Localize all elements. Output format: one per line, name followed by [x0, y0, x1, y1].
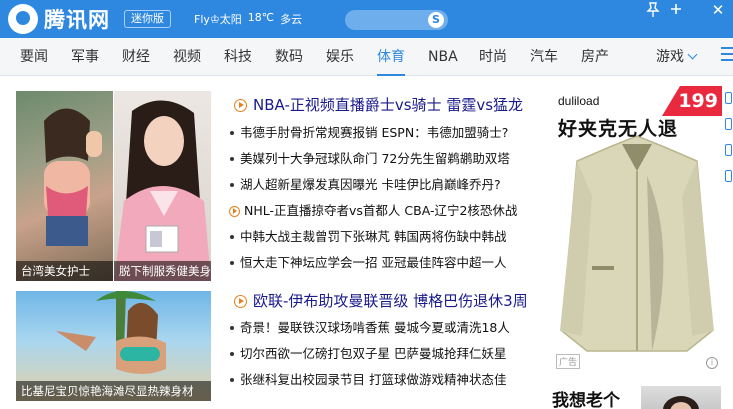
phone-icon[interactable]: [725, 92, 732, 104]
weather-widget[interactable]: Fly♔太阳 18℃ 多云: [194, 11, 302, 27]
brand-name: 腾讯网: [44, 8, 110, 32]
ad-slogan: 好夹克无人退: [558, 118, 679, 140]
news-item[interactable]: 美媒列十大争冠球队命门 72分先生留鹈鹕助双塔: [230, 149, 545, 169]
news-item[interactable]: 韦德手肘骨折常规赛报销 ESPN：韦德加盟骑士?: [230, 123, 545, 143]
nav-item-digital[interactable]: 数码: [275, 38, 303, 76]
qq-logo-icon: [8, 4, 38, 34]
news-item[interactable]: 奇景！曼联铁汉球场啃香蕉 曼城今夏或清洗18人: [230, 318, 545, 338]
weather-temp: 18℃: [247, 11, 275, 24]
menu-icon[interactable]: [721, 47, 733, 65]
photo-nurse-2-art: [114, 100, 211, 281]
bullet-icon: [230, 378, 234, 382]
nav-item-ent[interactable]: 娱乐: [326, 38, 354, 76]
nav-more-label: 游戏: [656, 49, 684, 65]
photo-caption: 脱下制服秀健美身材: [114, 261, 211, 281]
bullet-icon: [230, 235, 234, 239]
teaser-image[interactable]: [641, 386, 721, 409]
bullet-icon: [230, 326, 234, 330]
news-item-text: 奇景！曼联铁汉球场啃香蕉 曼城今夏或清洗18人: [240, 320, 510, 335]
nav-more-games[interactable]: 游戏: [656, 38, 698, 76]
nav-item-finance[interactable]: 财经: [122, 38, 150, 76]
bullet-icon: [230, 131, 234, 135]
logo[interactable]: 腾讯网: [8, 4, 110, 34]
headline-text: 欧联-伊布助攻曼联晋级 博格巴伤退休3周: [253, 292, 528, 310]
nav-item-nba[interactable]: NBA: [428, 38, 458, 76]
play-icon: [234, 98, 247, 112]
news-item[interactable]: 恒大走下神坛应学会一招 亚冠最佳阵容中超一人: [230, 253, 545, 273]
news-item[interactable]: 中韩大战主裁曾罚下张琳芃 韩国两将伤缺中韩战: [230, 227, 545, 247]
info-icon[interactable]: i: [706, 357, 718, 369]
nav-item-sports[interactable]: 体育: [377, 38, 405, 76]
play-icon: [234, 294, 247, 308]
photo-nurse-1[interactable]: 台湾美女护士: [16, 91, 113, 281]
nav-item-news[interactable]: 要闻: [20, 38, 48, 76]
phone-icon[interactable]: [725, 144, 732, 156]
news-item[interactable]: 切尔西欲一亿磅打包双子星 巴萨曼城抢拜仁妖星: [230, 344, 545, 364]
ad-label: 广告: [556, 354, 581, 369]
bullet-icon: [230, 352, 234, 356]
news-item-text: 韦德手肘骨折常规赛报销 ESPN：韦德加盟骑士?: [240, 125, 509, 140]
photo-nurse-1-art: [44, 108, 102, 246]
news-item-text: 切尔西欲一亿磅打包双子星 巴萨曼城抢拜仁妖星: [240, 346, 507, 361]
nav-item-fashion[interactable]: 时尚: [479, 38, 507, 76]
news-item[interactable]: 湖人超新星爆发真因曝光 卡哇伊比肩巅峰乔丹?: [230, 175, 545, 195]
search-icon[interactable]: S: [428, 12, 444, 28]
section-headline-soccer[interactable]: 欧联-伊布助攻曼联晋级 博格巴伤退休3周: [234, 290, 528, 312]
nav-item-military[interactable]: 军事: [71, 38, 99, 76]
photo-caption: 比基尼宝贝惊艳海滩尽显热辣身材: [16, 381, 211, 401]
channel-nav: 要闻 军事 财经 视频 科技 数码 娱乐 体育 NBA 时尚 汽车 房产 游戏: [0, 38, 733, 76]
nav-item-video[interactable]: 视频: [173, 38, 201, 76]
news-item-text: NHL-正直播掠夺者vs首都人 CBA-辽宁2核恐休战: [244, 203, 518, 218]
side-toolbar: [724, 86, 733, 409]
section-headline-nba[interactable]: NBA-正视频直播爵士vs骑士 雷霆vs猛龙: [234, 94, 523, 116]
phone-icon[interactable]: [725, 170, 732, 182]
news-item-text: 中韩大战主裁曾罚下张琳芃 韩国两将伤缺中韩战: [240, 229, 507, 244]
news-item-text: 美媒列十大争冠球队命门 72分先生留鹈鹕助双塔: [240, 151, 510, 166]
weather-desc: 多云: [280, 13, 303, 26]
pin-icon[interactable]: [643, 2, 663, 20]
nav-item-auto[interactable]: 汽车: [530, 38, 558, 76]
close-icon[interactable]: ✕: [708, 2, 728, 20]
search-input[interactable]: S: [345, 10, 448, 30]
ad-brand: duliload: [558, 94, 600, 108]
news-item[interactable]: 张继科复出校园录节目 打篮球做游戏精神状态佳: [230, 370, 545, 390]
weather-city: Fly♔太阳: [194, 13, 242, 26]
news-item-text: 恒大走下神坛应学会一招 亚冠最佳阵容中超一人: [240, 255, 507, 270]
news-item-text: 湖人超新星爆发真因曝光 卡哇伊比肩巅峰乔丹?: [240, 177, 501, 192]
photo-caption: 台湾美女护士: [16, 261, 113, 281]
bullet-icon: [230, 157, 234, 161]
teaser-image-art: [663, 396, 699, 409]
nav-item-house[interactable]: 房产: [581, 38, 609, 76]
phone-icon[interactable]: [725, 118, 732, 130]
photo-nurse-2[interactable]: 脱下制服秀健美身材: [114, 91, 211, 281]
nav-item-tech[interactable]: 科技: [224, 38, 252, 76]
photo-bikini[interactable]: 比基尼宝贝惊艳海滩尽显热辣身材: [16, 291, 211, 401]
minimize-icon[interactable]: [666, 2, 686, 20]
headline-text: NBA-正视频直播爵士vs骑士 雷霆vs猛龙: [253, 96, 524, 114]
news-item-text: 张继科复出校园录节目 打篮球做游戏精神状态佳: [240, 372, 507, 387]
bullet-icon: [230, 183, 234, 187]
bullet-icon: [230, 261, 234, 265]
play-icon: [229, 205, 240, 217]
mini-version-badge[interactable]: 迷你版: [124, 10, 171, 28]
news-item-video[interactable]: NHL-正直播掠夺者vs首都人 CBA-辽宁2核恐休战: [229, 201, 545, 221]
jacket-ad[interactable]: duliload 好夹克无人退 199 广告 i: [552, 86, 722, 371]
title-bar: 腾讯网 迷你版 Fly♔太阳 18℃ 多云 S ✕: [0, 0, 733, 38]
chevron-down-icon: [687, 49, 698, 60]
